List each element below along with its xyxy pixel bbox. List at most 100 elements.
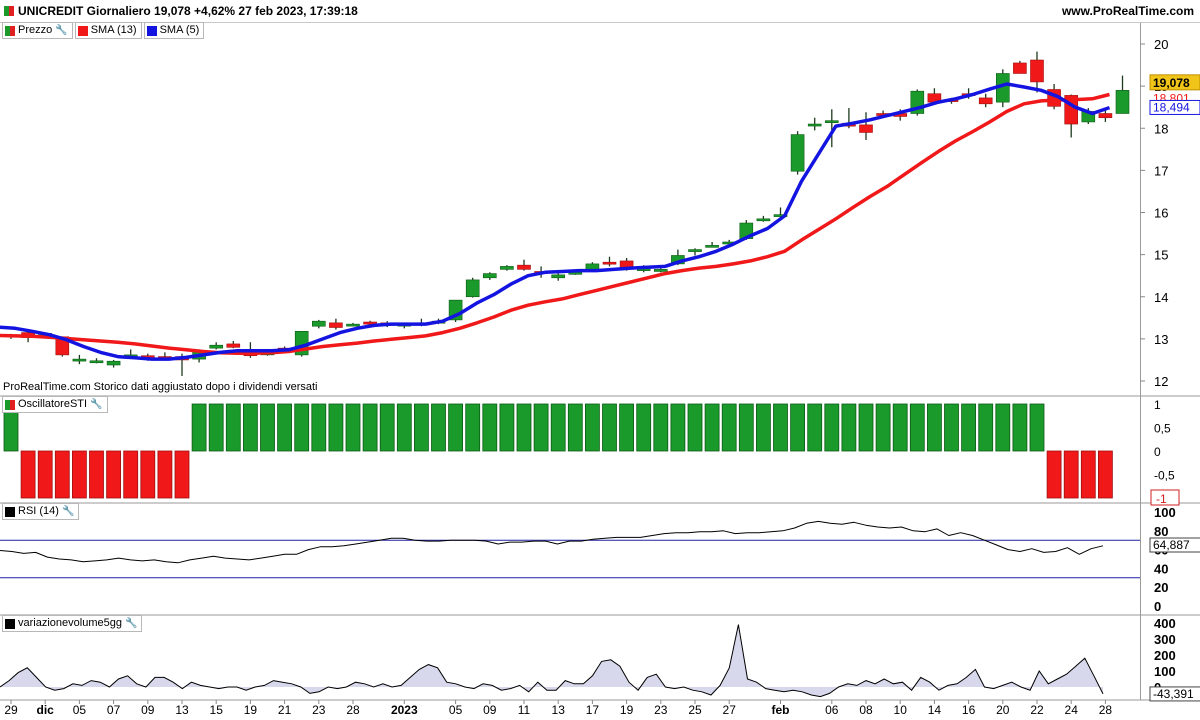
sti-bar <box>123 450 139 499</box>
rsi-panel-label: RSI (14) 🔧 <box>2 503 80 520</box>
rsi-tick-label: 80 <box>1154 524 1168 539</box>
rsi-tick-label: 100 <box>1154 505 1176 520</box>
price-tick-label: 18 <box>1154 121 1168 136</box>
sti-bar <box>37 450 53 499</box>
candle-body <box>978 97 993 105</box>
chart-header: UNICREDIT Giornaliero 19,078 +4,62% 27 f… <box>0 0 1200 22</box>
sti-tick-label: 1 <box>1154 398 1161 412</box>
sti-bar <box>550 403 566 452</box>
app-logo-icon <box>4 6 14 16</box>
price-tick-label: 15 <box>1154 248 1168 263</box>
x-axis-label: 10 <box>894 703 908 717</box>
vol-tick-label: 100 <box>1154 664 1176 679</box>
sti-bar <box>533 403 549 452</box>
candle-body <box>482 273 497 279</box>
sti-bar <box>54 450 70 499</box>
candle-body <box>1013 62 1027 74</box>
candle-body <box>517 264 531 270</box>
sti-bar <box>790 403 805 452</box>
chart-canvas[interactable]: 20191817161514131219,07818,80118,49410,5… <box>0 0 1200 720</box>
legend-sma5[interactable]: SMA (5) <box>143 22 205 39</box>
price-legend: Prezzo 🔧 SMA (13) SMA (5) <box>2 22 205 39</box>
rsi-swatch-icon <box>5 506 15 517</box>
sma5-line <box>0 82 1111 361</box>
sti-bar <box>1080 450 1096 499</box>
x-axis-label: 15 <box>210 703 224 717</box>
sti-bar <box>602 403 617 452</box>
x-axis-label: 16 <box>962 703 976 717</box>
sti-bar <box>277 403 293 452</box>
candle-body <box>551 274 566 279</box>
x-axis-label: 25 <box>688 703 702 717</box>
sma13-swatch-icon <box>77 25 88 36</box>
legend-sma5-label: SMA (5) <box>159 24 200 36</box>
sti-bar <box>995 403 1011 452</box>
legend-sma13[interactable]: SMA (13) <box>74 22 142 39</box>
sti-bar <box>89 450 104 499</box>
x-axis-label: 22 <box>1030 703 1044 717</box>
rsi-tick-label: 20 <box>1154 580 1168 595</box>
wrench-icon[interactable]: 🔧 <box>90 397 102 412</box>
legend-sti[interactable]: OscillatoreSTI 🔧 <box>2 396 108 413</box>
price-tick-label: 13 <box>1154 332 1168 347</box>
rsi-tick-label: 40 <box>1154 561 1168 576</box>
candle-body <box>209 344 223 349</box>
sti-tick-label: 0,5 <box>1154 422 1171 436</box>
x-axis-label: 23 <box>654 703 668 717</box>
wrench-icon[interactable]: 🔧 <box>125 616 137 631</box>
sti-bar <box>756 403 771 452</box>
x-axis-label: 08 <box>859 703 873 717</box>
candle-swatch-icon <box>5 25 15 36</box>
sma5-swatch-icon <box>146 25 157 36</box>
sti-bar <box>738 403 754 452</box>
legend-price-label: Prezzo <box>18 24 53 36</box>
price-tick-label: 17 <box>1154 163 1168 178</box>
legend-rsi[interactable]: RSI (14) 🔧 <box>2 503 80 520</box>
x-axis-label: 11 <box>518 703 531 717</box>
candle-body <box>465 279 480 298</box>
sti-bar <box>875 403 891 452</box>
chart-window: { "header": { "title": "UNICREDIT Giorna… <box>0 0 1200 720</box>
sti-bar <box>140 450 156 499</box>
sti-bar <box>1098 450 1113 499</box>
x-axis-label: 24 <box>1065 703 1079 717</box>
candle-body <box>705 245 719 248</box>
sti-bar <box>841 403 857 452</box>
sti-bar <box>585 403 600 452</box>
x-axis-label: 13 <box>552 703 566 717</box>
rsi-line <box>0 520 1104 564</box>
sti-bar <box>20 450 36 499</box>
candle-body <box>89 360 104 364</box>
x-axis-label: 06 <box>825 703 839 717</box>
price-tick-label: 20 <box>1154 37 1168 52</box>
legend-sti-label: OscillatoreSTI <box>18 398 88 410</box>
sti-bar <box>225 403 241 452</box>
vol-tick-label: 400 <box>1154 616 1176 631</box>
wrench-icon[interactable]: 🔧 <box>62 504 74 519</box>
candle-body <box>653 269 668 272</box>
sti-swatch-icon <box>5 399 15 410</box>
x-axis-label: 2023 <box>391 703 418 717</box>
legend-vol[interactable]: variazionevolume5gg 🔧 <box>2 615 143 632</box>
last-price-label: 19,078 <box>1153 76 1190 90</box>
sti-bar <box>157 450 173 499</box>
x-axis-label: 19 <box>244 703 258 717</box>
wrench-icon[interactable]: 🔧 <box>55 23 67 38</box>
sti-bar <box>1029 403 1045 452</box>
sti-bar <box>653 403 669 452</box>
price-tick-label: 16 <box>1154 206 1168 221</box>
sti-bar <box>636 403 652 452</box>
sti-bar <box>72 450 87 499</box>
sti-bar <box>396 403 412 452</box>
sti-bar <box>687 403 703 452</box>
x-axis-label: 21 <box>278 703 292 717</box>
legend-rsi-label: RSI (14) <box>18 505 59 517</box>
sti-bar <box>892 403 908 452</box>
sti-bar <box>670 403 686 452</box>
legend-price[interactable]: Prezzo 🔧 <box>2 22 73 39</box>
x-axis-label: 17 <box>586 703 600 717</box>
x-axis-label: 19 <box>620 703 634 717</box>
sti-bar <box>944 403 959 452</box>
sti-bar <box>567 403 583 452</box>
sti-bar <box>619 403 634 452</box>
